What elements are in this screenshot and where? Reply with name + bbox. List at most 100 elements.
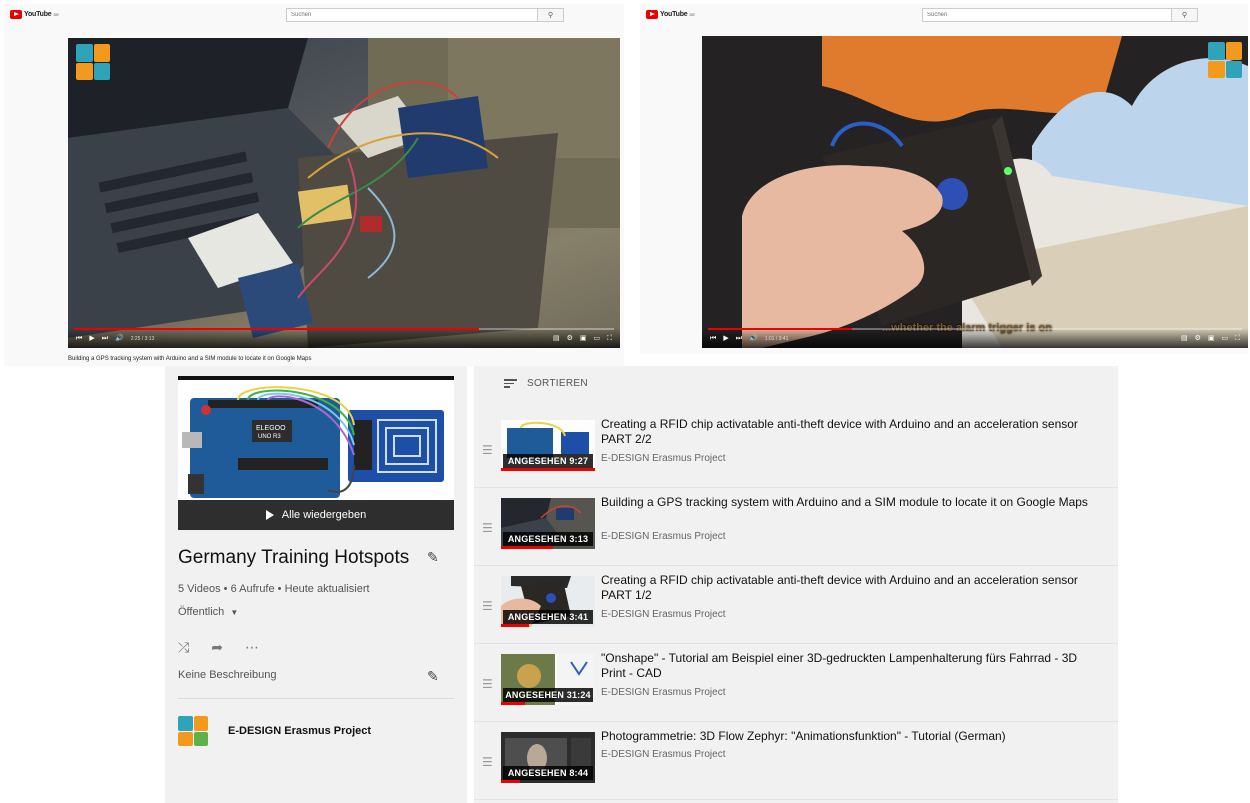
miniplayer-icon[interactable]: ▣ (580, 334, 587, 344)
board-brand-label: ELEGOO (256, 425, 286, 432)
logo-text: YouTube (660, 11, 688, 18)
channel-watermark (1208, 42, 1242, 78)
playlist-title: Germany Training Hotspots (178, 547, 410, 568)
playlist-video-row[interactable]: ☰ ANGESEHEN 8:44 Photogrammetrie: 3D Flow … (474, 722, 1118, 800)
next-icon[interactable]: ⏭ (102, 334, 108, 344)
channel-name-link[interactable]: E-DESIGN Erasmus Project (601, 609, 725, 620)
video-frame-gps-laptop (68, 38, 620, 348)
play-all-label: Alle wiedergeben (281, 509, 367, 521)
share-icon[interactable]: ➦ (211, 639, 223, 656)
more-icon[interactable]: ⋯ (245, 639, 259, 656)
progress-bar[interactable] (708, 328, 1242, 330)
watched-progress-bar (501, 780, 520, 783)
play-all-button[interactable]: Alle wiedergeben (178, 500, 454, 530)
edit-description-pencil-icon[interactable]: ✎ (427, 668, 439, 685)
fullscreen-icon[interactable]: ⛶ (1235, 334, 1240, 344)
search-button[interactable]: ⚲ (1171, 9, 1197, 21)
youtube-logo[interactable]: YouTube DE (646, 10, 695, 19)
logo-suffix: DE (53, 12, 60, 17)
playlist-stats: 5 Videos • 6 Aufrufe • Heute aktualisier… (178, 583, 370, 595)
channel-watermark (76, 44, 110, 80)
privacy-dropdown[interactable]: Öffentlich ▼ (178, 606, 238, 618)
gear-icon[interactable]: ⚙ (1195, 334, 1201, 344)
playlist-video-row[interactable]: ☰ ANGESEHEN 9:27 Creating a RFID chip acti… (474, 410, 1118, 488)
video-title-link[interactable]: Photogrammetrie: 3D Flow Zephyr: "Animat… (601, 729, 1091, 744)
watched-progress-bar (501, 702, 525, 705)
masthead: YouTube DE ⚲ (4, 4, 624, 30)
drag-handle-icon[interactable]: ☰ (482, 755, 493, 769)
video-title-link[interactable]: Creating a RFID chip activatable anti-th… (601, 417, 1091, 447)
edit-title-pencil-icon[interactable]: ✎ (427, 549, 439, 566)
watched-duration-badge: ANGESEHEN 9:27 (503, 454, 593, 468)
playlist-video-row[interactable]: ☰ ANGESEHEN 3:13 Building a GPS tracking s… (474, 488, 1118, 566)
playlist-actions: ⤮ ➦ ⋯ (178, 639, 259, 656)
player-window-right: YouTube DE ⚲ (640, 4, 1248, 354)
sort-button[interactable]: SORTIEREN (504, 378, 588, 389)
video-thumbnail[interactable]: ANGESEHEN 8:44 (501, 732, 595, 783)
video-thumbnail[interactable]: ANGESEHEN 31:24 (501, 654, 595, 705)
video-frame-rfid-box (702, 36, 1248, 348)
channel-avatar (178, 716, 208, 746)
playlist-sidebar: ELEGOO UNO R3 Alle wiedergeben Germany T… (165, 366, 467, 803)
video-player[interactable]: ...whether the alarm trigger is on ⏮ ▶ ⏭… (702, 36, 1248, 348)
player-controls: ⏮ ▶ ⏭ 🔊 1:01 / 3:41 ▤ ⚙ ▣ ▭ ⛶ (702, 328, 1248, 348)
youtube-logo[interactable]: YouTube DE (10, 10, 59, 19)
watched-duration-badge: ANGESEHEN 31:24 (503, 688, 593, 702)
fullscreen-icon[interactable]: ⛶ (607, 334, 612, 344)
player-window-left: YouTube DE ⚲ (4, 4, 624, 366)
previous-icon[interactable]: ⏮ (710, 334, 716, 344)
logo-text: YouTube (24, 11, 52, 18)
search-icon: ⚲ (547, 12, 554, 19)
search-input[interactable] (287, 9, 537, 21)
shuffle-icon[interactable]: ⤮ (178, 639, 189, 656)
volume-icon[interactable]: 🔊 (749, 334, 758, 344)
watched-progress-bar (501, 468, 595, 471)
channel-name-link[interactable]: E-DESIGN Erasmus Project (601, 687, 725, 698)
video-title-link[interactable]: Building a GPS tracking system with Ardu… (601, 495, 1091, 510)
drag-handle-icon[interactable]: ☰ (482, 599, 493, 613)
previous-icon[interactable]: ⏮ (76, 334, 82, 344)
volume-icon[interactable]: 🔊 (115, 334, 124, 344)
theater-icon[interactable]: ▭ (1221, 334, 1228, 344)
playlist-video-list: SORTIEREN ☰ ANGESEHEN 9:27 Creating a RFID… (474, 366, 1118, 803)
subtitles-icon[interactable]: ▤ (1181, 334, 1188, 344)
playlist-thumbnail[interactable]: ELEGOO UNO R3 Alle wiedergeben (178, 376, 454, 530)
masthead: YouTube DE ⚲ (640, 4, 1248, 30)
progress-bar[interactable] (74, 328, 614, 330)
subtitles-icon[interactable]: ▤ (553, 334, 560, 344)
miniplayer-icon[interactable]: ▣ (1208, 334, 1215, 344)
progress-played (708, 328, 853, 330)
drag-handle-icon[interactable]: ☰ (482, 677, 493, 691)
channel-name-link[interactable]: E-DESIGN Erasmus Project (601, 531, 725, 542)
channel-name-link[interactable]: E-DESIGN Erasmus Project (601, 749, 725, 760)
search-button[interactable]: ⚲ (537, 9, 563, 21)
watched-progress-bar (501, 546, 553, 549)
play-icon[interactable]: ▶ (89, 334, 94, 344)
player-controls: ⏮ ▶ ⏭ 🔊 2:25 / 3:13 ▤ ⚙ ▣ ▭ ⛶ (68, 328, 620, 348)
divider (178, 698, 454, 699)
caret-down-icon: ▼ (230, 608, 239, 617)
time-display: 1:01 / 3:41 (764, 336, 789, 342)
theater-icon[interactable]: ▭ (593, 334, 600, 344)
youtube-play-icon (10, 10, 22, 19)
playlist-description: Keine Beschreibung (178, 669, 277, 681)
search-input[interactable] (923, 9, 1171, 21)
video-title: Building a GPS tracking system with Ardu… (68, 356, 312, 362)
drag-handle-icon[interactable]: ☰ (482, 521, 493, 535)
gear-icon[interactable]: ⚙ (567, 334, 573, 344)
video-thumbnail[interactable]: ANGESEHEN 9:27 (501, 420, 595, 471)
video-player[interactable]: ⏮ ▶ ⏭ 🔊 2:25 / 3:13 ▤ ⚙ ▣ ▭ ⛶ (68, 38, 620, 348)
video-thumbnail[interactable]: ANGESEHEN 3:41 (501, 576, 595, 627)
video-title-link[interactable]: "Onshape" - Tutorial am Beispiel einer 3… (601, 651, 1091, 681)
playlist-video-row[interactable]: ☰ ANGESEHEN 31:24 "Onshape" - Tutorial am … (474, 644, 1118, 722)
video-title-link[interactable]: Creating a RFID chip activatable anti-th… (601, 573, 1091, 603)
playlist-owner[interactable]: E-DESIGN Erasmus Project (178, 716, 371, 746)
search-box: ⚲ (286, 8, 564, 22)
play-icon[interactable]: ▶ (723, 334, 728, 344)
channel-name-link[interactable]: E-DESIGN Erasmus Project (601, 453, 725, 464)
video-thumbnail[interactable]: ANGESEHEN 3:13 (501, 498, 595, 549)
next-icon[interactable]: ⏭ (736, 334, 742, 344)
playlist-video-row[interactable]: ☰ ANGESEHEN 3:41 Creating a RFID chip acti… (474, 566, 1118, 644)
drag-handle-icon[interactable]: ☰ (482, 443, 493, 457)
watched-progress-bar (501, 624, 530, 627)
